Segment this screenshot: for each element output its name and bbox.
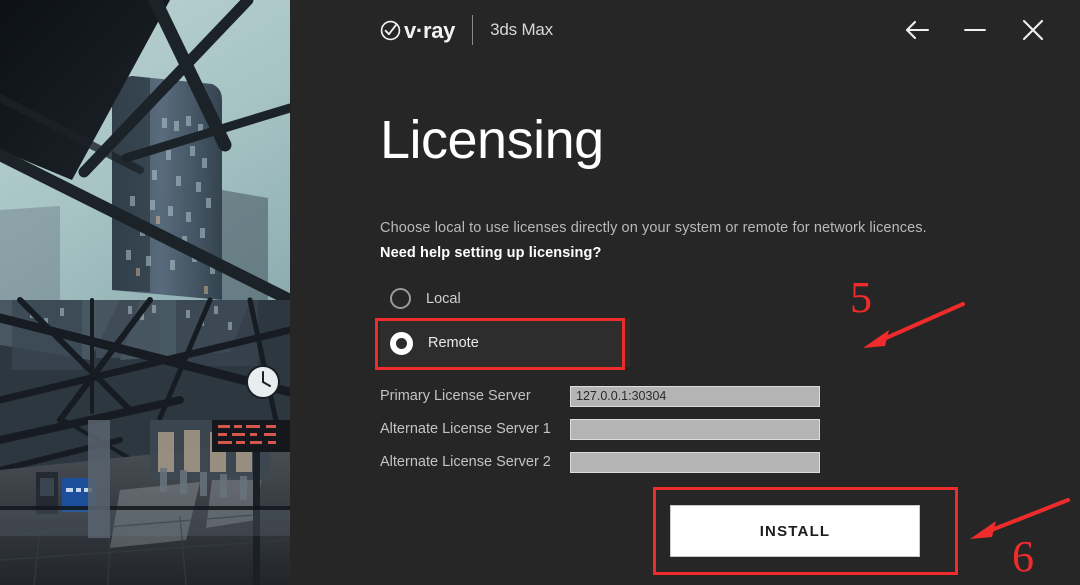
alternate-license-server-2-input[interactable] bbox=[570, 451, 820, 473]
brand-lockup: v·ray 3ds Max bbox=[380, 13, 553, 47]
alternate-license-server-1-input[interactable] bbox=[570, 418, 820, 440]
radio-option-remote[interactable]: Remote bbox=[380, 319, 630, 367]
brand-divider bbox=[472, 15, 474, 45]
page-title: Licensing bbox=[380, 110, 604, 170]
radio-unselected-icon bbox=[390, 288, 411, 309]
annotation-number-5: 5 bbox=[850, 273, 872, 322]
hero-image bbox=[0, 0, 290, 585]
window-controls bbox=[898, 11, 1052, 49]
radio-option-local[interactable]: Local bbox=[380, 283, 630, 314]
close-icon bbox=[1022, 19, 1044, 41]
license-server-fields: Primary License Server Alternate License… bbox=[380, 385, 820, 484]
field-row-primary: Primary License Server bbox=[380, 385, 820, 407]
radio-label-local: Local bbox=[426, 290, 461, 307]
field-label-alternate-2: Alternate License Server 2 bbox=[380, 454, 551, 470]
hero-illustration bbox=[0, 0, 290, 585]
installer-panel: v·ray 3ds Max Licensing Choose local to … bbox=[290, 0, 1080, 585]
field-row-alternate-2: Alternate License Server 2 bbox=[380, 451, 820, 473]
license-mode-radio-group: Local Remote bbox=[380, 283, 630, 367]
brand-name: v·ray bbox=[404, 18, 456, 43]
title-bar: v·ray 3ds Max bbox=[290, 0, 1080, 60]
page-description: Choose local to use licenses directly on… bbox=[380, 220, 927, 236]
help-link[interactable]: Need help setting up licensing? bbox=[380, 245, 601, 261]
install-button-wrap: INSTALL bbox=[670, 505, 920, 557]
primary-license-server-input[interactable] bbox=[570, 385, 820, 407]
field-label-primary: Primary License Server bbox=[380, 388, 531, 404]
minimize-button[interactable] bbox=[956, 11, 994, 49]
minimize-icon bbox=[964, 29, 986, 31]
annotation-number-6: 6 bbox=[1012, 532, 1034, 581]
vray-installer-window: v·ray 3ds Max Licensing Choose local to … bbox=[0, 0, 1080, 585]
install-button[interactable]: INSTALL bbox=[670, 505, 920, 557]
close-button[interactable] bbox=[1014, 11, 1052, 49]
back-button[interactable] bbox=[898, 11, 936, 49]
field-row-alternate-1: Alternate License Server 1 bbox=[380, 418, 820, 440]
vray-check-circle-icon bbox=[380, 20, 401, 40]
radio-selected-icon bbox=[390, 331, 413, 355]
product-name: 3ds Max bbox=[490, 20, 553, 39]
field-label-alternate-1: Alternate License Server 1 bbox=[380, 421, 551, 437]
radio-label-remote: Remote bbox=[428, 335, 479, 351]
back-arrow-icon bbox=[905, 20, 930, 40]
